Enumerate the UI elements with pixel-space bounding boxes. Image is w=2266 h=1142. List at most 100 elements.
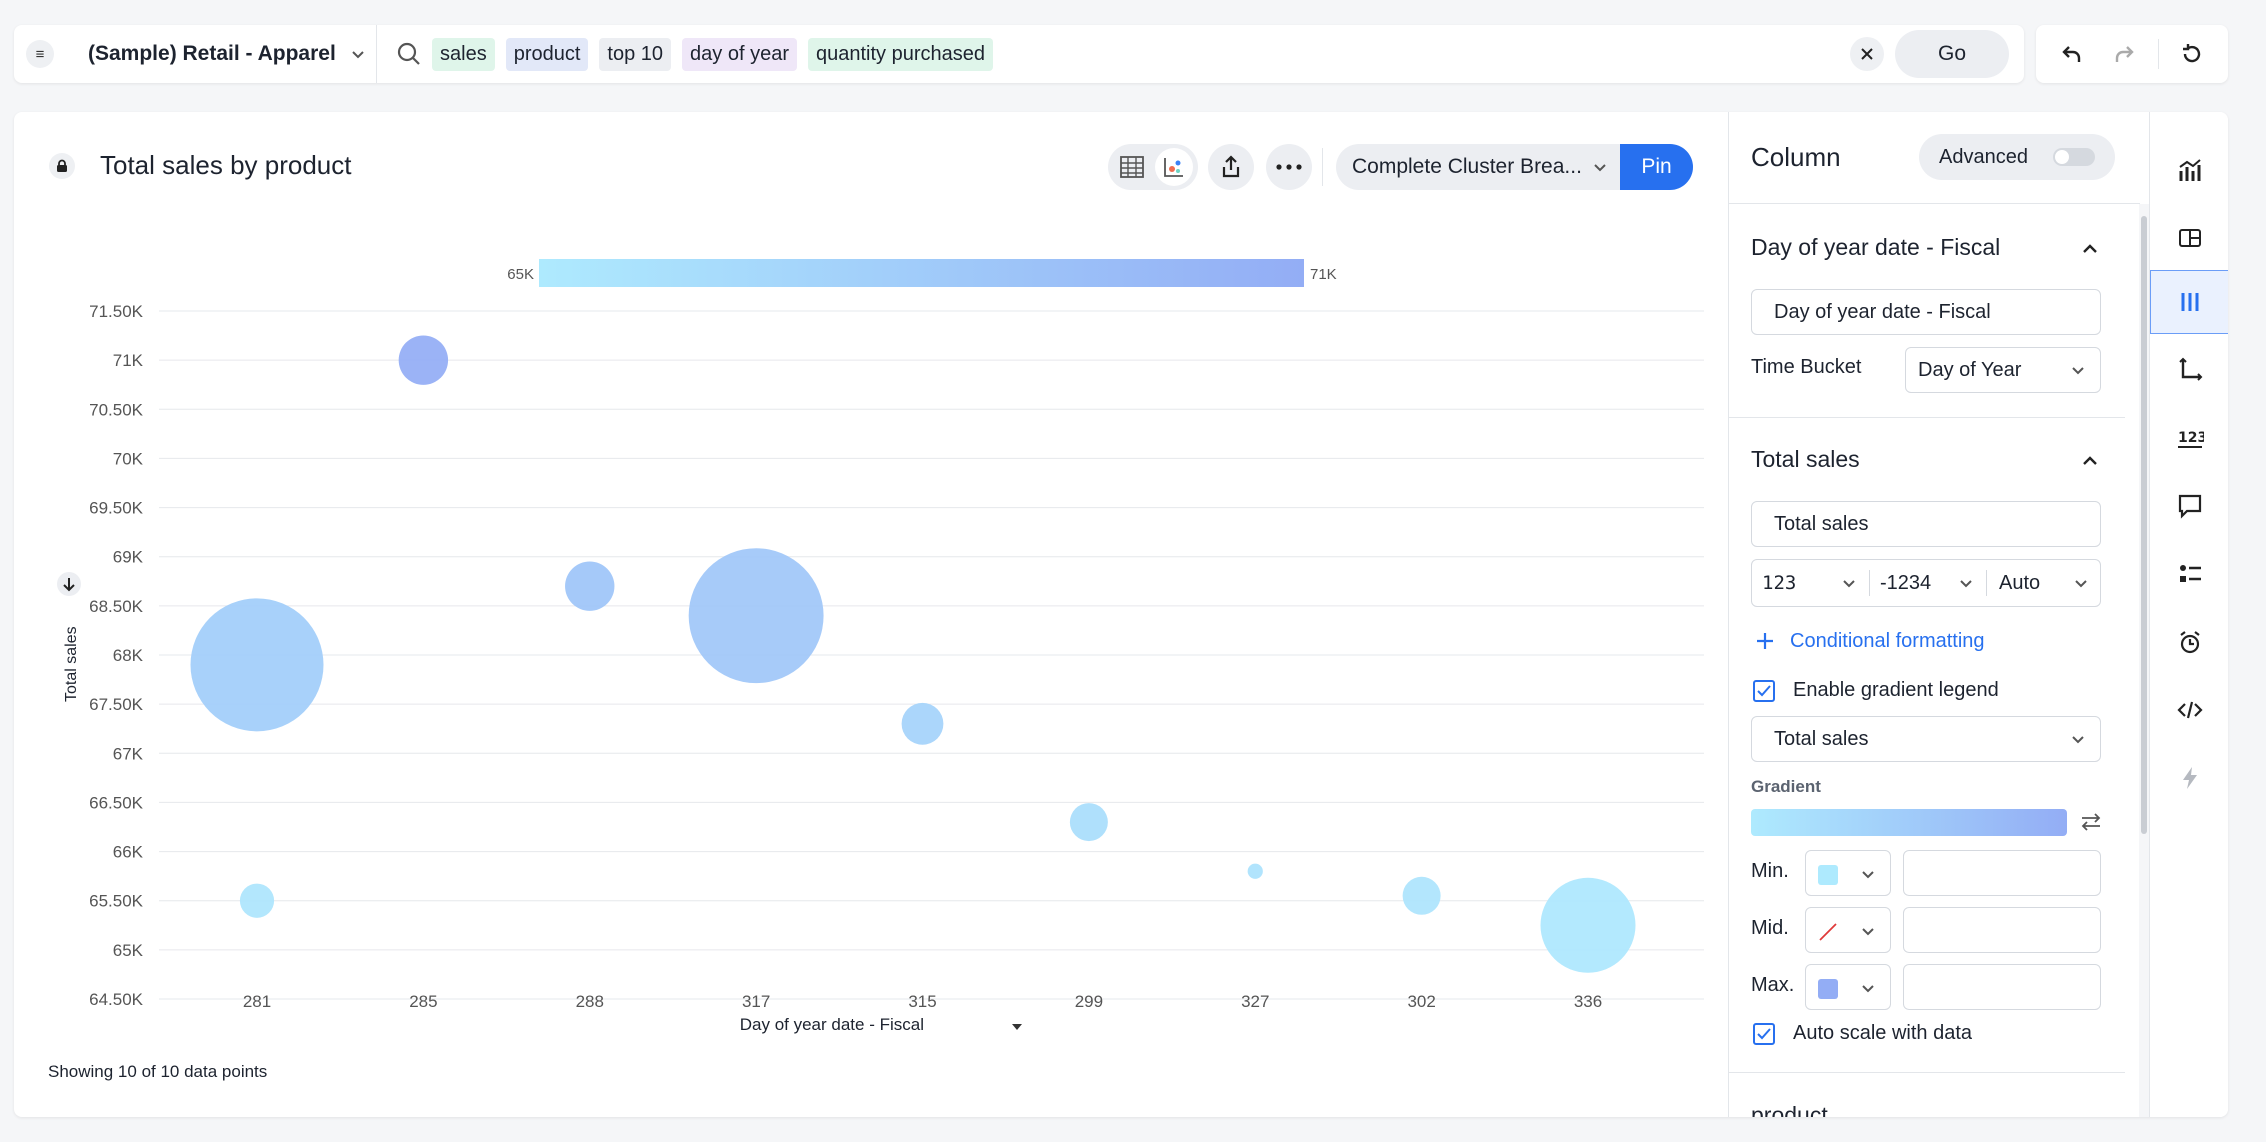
bubble[interactable]: [688, 548, 824, 684]
reset-button[interactable]: [2178, 40, 2206, 68]
answer-card: Total sales by product Complete Cluster …: [14, 112, 2228, 1117]
chevron-down-icon: [1843, 580, 1855, 588]
mid-value-input[interactable]: [1903, 907, 2101, 953]
number-icon: 123: [2177, 430, 2204, 448]
max-value-input[interactable]: [1903, 964, 2101, 1010]
sort-caret-icon: [1012, 1024, 1022, 1030]
y-tick-label: 70.50K: [89, 400, 144, 419]
gradient-column-select[interactable]: Total sales: [1751, 716, 2101, 762]
legend-min-label: 65K: [507, 266, 534, 283]
legend-max-label: 71K: [1310, 266, 1337, 283]
bubble[interactable]: [398, 335, 449, 385]
scrollbar-thumb[interactable]: [2141, 216, 2147, 834]
negative-format-value: -1234: [1880, 571, 1932, 594]
search-tokens: sales product top 10 day of year quantit…: [432, 38, 993, 71]
column-settings-tab[interactable]: [2150, 270, 2228, 334]
search-token[interactable]: quantity purchased: [807, 38, 993, 71]
mid-label: Mid.: [1751, 917, 1789, 939]
datasource-label: (Sample) Retail - Apparel: [88, 42, 336, 65]
svg-text:123: 123: [2178, 430, 2204, 446]
column-name-input[interactable]: Day of year date - Fiscal: [1751, 289, 2101, 335]
bubbles: [190, 335, 1636, 973]
bubble-chart: 65K 71K 71.50K 71K 70.50K 70K 69.50K 69K 68.50…: [57, 259, 1704, 1034]
chevron-up-icon[interactable]: [2081, 240, 2099, 258]
redo-button[interactable]: [2110, 40, 2138, 68]
bubble[interactable]: [565, 561, 615, 611]
spotiq-tab[interactable]: [2150, 746, 2228, 810]
gradient-preview-bar: [1751, 809, 2067, 836]
panel-scrollbar[interactable]: [2139, 204, 2149, 1117]
search-token[interactable]: product: [505, 38, 589, 71]
gradient-column-value: Total sales: [1774, 727, 1869, 750]
column-name-value: Day of year date - Fiscal: [1774, 300, 1991, 323]
search-token[interactable]: top 10: [599, 38, 672, 71]
chevron-up-icon[interactable]: [2081, 452, 2099, 470]
undo-button[interactable]: [2058, 40, 2086, 68]
undo-icon: [2062, 46, 2081, 62]
y-axis-sort-button[interactable]: [57, 572, 81, 596]
no-color-icon: [1819, 923, 1837, 941]
format-type-select[interactable]: 123: [1752, 560, 1869, 606]
bubble[interactable]: [901, 702, 944, 745]
clear-search-button[interactable]: [1850, 37, 1884, 71]
bubble[interactable]: [1247, 863, 1263, 879]
close-icon: [1861, 48, 1873, 60]
comment-icon: [2178, 494, 2201, 519]
custom-code-tab[interactable]: [2150, 678, 2228, 742]
column-settings-panel: Column Advanced Day of year date - Fisca…: [1728, 112, 2140, 1117]
tooltip-tab[interactable]: [2150, 474, 2228, 538]
alerts-tab[interactable]: [2150, 610, 2228, 674]
y-axis-title[interactable]: Total sales: [63, 626, 80, 702]
swap-icon[interactable]: [2080, 811, 2102, 833]
search-token[interactable]: day of year: [682, 38, 797, 71]
configure-tab[interactable]: [2150, 206, 2228, 270]
toggle-switch[interactable]: [2053, 148, 2095, 166]
y-tick-label: 70K: [113, 449, 144, 468]
search-token[interactable]: sales: [432, 38, 495, 71]
max-label: Max.: [1751, 974, 1795, 996]
enable-gradient-checkbox[interactable]: [1753, 680, 1775, 702]
bubble[interactable]: [1069, 803, 1108, 842]
x-tick-label: 336: [1574, 992, 1602, 1011]
x-tick-label: 299: [1075, 992, 1103, 1011]
advanced-toggle[interactable]: Advanced: [1919, 134, 2115, 180]
legend-tab[interactable]: [2150, 542, 2228, 606]
max-color-select[interactable]: [1805, 964, 1891, 1010]
bubble[interactable]: [190, 598, 324, 732]
bubble[interactable]: [1540, 877, 1636, 973]
chart-type-tab[interactable]: [2150, 138, 2228, 202]
x-tick-label: 315: [908, 992, 936, 1011]
axes-tab[interactable]: [2150, 338, 2228, 402]
min-value-input[interactable]: [1903, 850, 2101, 896]
format-type-value: 123: [1762, 572, 1797, 594]
number-format-group: 123 -1234 Auto: [1751, 559, 2101, 607]
bubble[interactable]: [239, 883, 275, 918]
x-tick-label: 281: [243, 992, 271, 1011]
section-title[interactable]: Day of year date - Fiscal: [1751, 234, 2000, 261]
configure-icon: [2178, 229, 2201, 247]
go-button[interactable]: Go: [1895, 30, 2009, 78]
number-format-tab[interactable]: 123: [2150, 406, 2228, 470]
y-tick-label: 71K: [113, 351, 144, 370]
check-icon: [1757, 1028, 1771, 1040]
units-select[interactable]: Auto: [1987, 560, 2101, 606]
auto-scale-label: Auto scale with data: [1793, 1022, 1972, 1044]
section-title[interactable]: product: [1751, 1102, 1828, 1117]
x-axis-title[interactable]: Day of year date - Fiscal: [740, 1015, 924, 1034]
mid-color-select[interactable]: [1805, 907, 1891, 953]
history-toolbar: [2036, 25, 2228, 83]
columns-icon: [2181, 293, 2198, 311]
menu-icon[interactable]: ≡: [26, 40, 54, 68]
auto-scale-checkbox[interactable]: [1753, 1023, 1775, 1045]
section-title[interactable]: Total sales: [1751, 446, 1860, 473]
min-color-select[interactable]: [1805, 850, 1891, 896]
time-bucket-select[interactable]: Day of Year: [1905, 347, 2101, 393]
bubble[interactable]: [1402, 876, 1441, 915]
y-tick-label: 65.50K: [89, 892, 144, 911]
datasource-selector[interactable]: (Sample) Retail - Apparel: [88, 25, 366, 83]
negative-format-select[interactable]: -1234: [1870, 560, 1986, 606]
column-name-input[interactable]: Total sales: [1751, 501, 2101, 547]
chevron-down-icon: [1862, 871, 1874, 879]
chevron-down-icon: [352, 51, 364, 59]
conditional-formatting-link[interactable]: Conditional formatting: [1790, 630, 1985, 653]
